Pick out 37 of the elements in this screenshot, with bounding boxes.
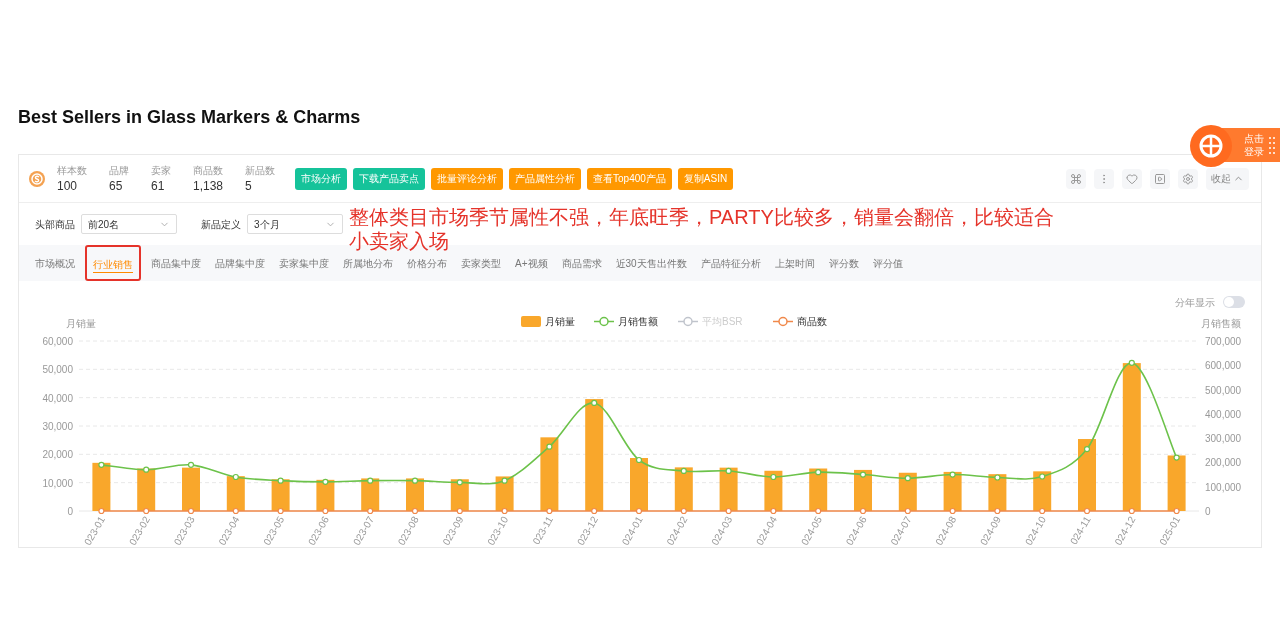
legend-label: 月销售额 — [618, 316, 658, 327]
axis-label: 40,000 — [42, 392, 73, 404]
axis-label: 20,000 — [42, 449, 73, 461]
filter-label: 新品定义 — [201, 217, 241, 232]
axis-title: 月销量 — [66, 318, 96, 329]
axis-label: 700,000 — [1205, 336, 1242, 347]
axis-title: 月销售额 — [1201, 318, 1241, 329]
axis-label: 400,000 — [1205, 408, 1242, 420]
axis-label: 100,000 — [1205, 481, 1242, 493]
page-title: Best Sellers in Glass Markers & Charms — [18, 106, 362, 129]
filter-label: 头部商品 — [35, 217, 75, 232]
axis-label: 60,000 — [42, 336, 73, 347]
annotation-text: 整体类目市场季节属性不强，年底旺季，PARTY比较多，销量会翻倍，比较适合小卖家入场 — [349, 205, 1055, 253]
stat-label: 样本数 — [57, 164, 87, 178]
stat-label: 品牌 — [109, 164, 129, 178]
stat-label: 新品数 — [245, 164, 276, 178]
stat-label: 卖家 — [151, 164, 171, 178]
login-text: 登录 — [1244, 145, 1264, 158]
stat-label: 商品数 — [193, 164, 224, 178]
stat-value: 100 — [57, 179, 79, 194]
legend-label: 商品数 — [797, 316, 827, 327]
axis-label: 10,000 — [42, 477, 73, 489]
stat-value: 65 — [109, 179, 124, 194]
login-text: 点击 — [1244, 132, 1264, 145]
stat-value: 61 — [151, 179, 166, 194]
stat-value: 1,138 — [193, 179, 224, 194]
legend-label: 月销量 — [545, 316, 575, 327]
axis-label: 500,000 — [1205, 384, 1242, 396]
axis-label: 0 — [1205, 506, 1211, 517]
axis-label: 50,000 — [42, 364, 73, 376]
stat-value: 5 — [245, 179, 253, 194]
axis-label: 0 — [67, 506, 73, 517]
axis-label: 300,000 — [1205, 433, 1242, 445]
axis-label: 200,000 — [1205, 457, 1242, 469]
axis-label: 600,000 — [1205, 360, 1242, 372]
toggle-label: 分年显示 — [1175, 295, 1215, 310]
axis-label: 30,000 — [42, 421, 73, 432]
